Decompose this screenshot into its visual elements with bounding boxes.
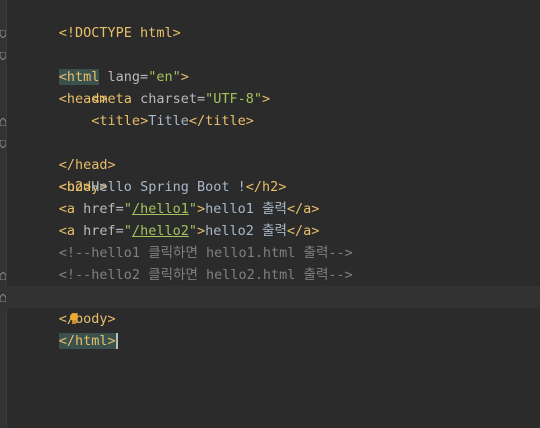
fold-marker-icon[interactable]	[0, 140, 6, 148]
code-line-6[interactable]: </head>	[0, 110, 540, 173]
editor-gutter[interactable]	[0, 0, 7, 428]
code-line-9[interactable]: <a href="/hello1">hello1 출력</a>	[10, 176, 540, 217]
code-line-12[interactable]: <!--hello2 클릭하면 hello2.html 출력-->	[10, 242, 540, 283]
body-close-tag-end: body>	[75, 311, 116, 327]
fold-marker-icon[interactable]	[0, 52, 6, 60]
code-line-7[interactable]: <body>	[0, 132, 540, 195]
code-editor[interactable]: <!DOCTYPE html> <html lang="en"> <head> …	[0, 0, 540, 428]
code-line-1[interactable]: <!DOCTYPE html>	[10, 0, 540, 41]
html-close-tag: </html>	[58, 333, 116, 349]
code-line-4[interactable]: <meta charset="UTF-8">	[10, 66, 540, 107]
code-line-10[interactable]: <a href="/hello2">hello2 출력</a>	[10, 198, 540, 239]
lightbulb-icon[interactable]	[69, 313, 79, 325]
code-line-5[interactable]: <title>Title</title>	[10, 88, 540, 129]
code-line-8[interactable]: <h2>Hello Spring Boot !</h2>	[10, 154, 540, 195]
fold-end-marker-icon[interactable]	[0, 294, 6, 302]
code-line-11[interactable]: <!--hello1 클릭하면 hello1.html 출력-->	[10, 220, 540, 261]
code-line-2[interactable]: <html lang="en">	[0, 22, 540, 85]
fold-marker-icon[interactable]	[0, 30, 6, 38]
code-line-13[interactable]: </body>	[0, 264, 540, 327]
code-line-3[interactable]: <head>	[0, 44, 540, 107]
fold-end-marker-icon[interactable]	[0, 272, 6, 280]
code-line-14[interactable]: </html>	[0, 286, 540, 349]
text-cursor	[115, 333, 118, 349]
fold-end-marker-icon[interactable]	[0, 118, 6, 126]
code-area[interactable]: <!DOCTYPE html> <html lang="en"> <head> …	[0, 0, 540, 349]
